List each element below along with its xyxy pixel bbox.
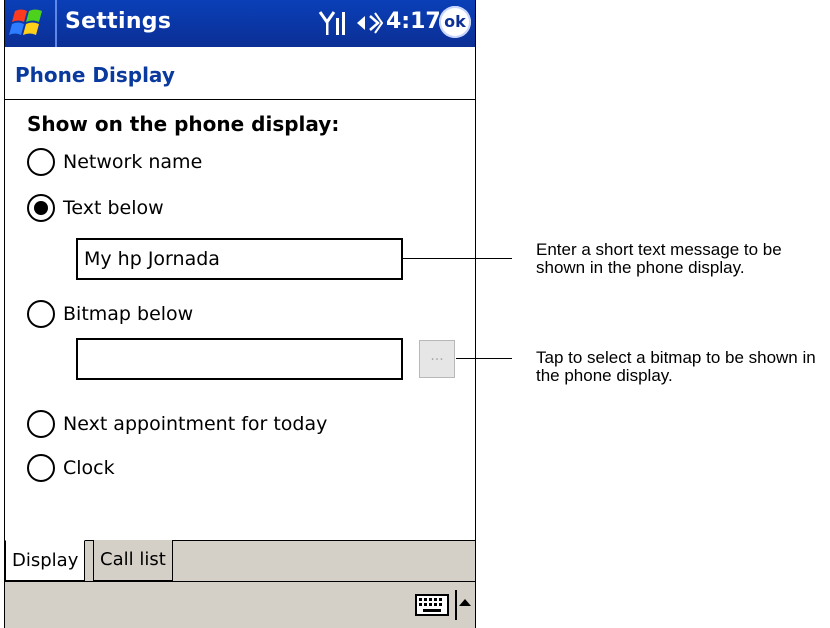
- callout-text-message: Enter a short text message to be shown i…: [536, 240, 782, 277]
- callout-bitmap: Tap to select a bitmap to be shown in th…: [536, 348, 816, 385]
- radio-bitmap-below[interactable]: Bitmap below: [27, 298, 193, 330]
- command-bar: [5, 581, 475, 628]
- radio-button[interactable]: [27, 194, 55, 222]
- title-bar: Settings 4:17 ok: [5, 0, 475, 47]
- radio-label: Network name: [63, 151, 203, 173]
- radio-label: Bitmap below: [63, 303, 194, 325]
- phone-display-text-input[interactable]: [76, 238, 403, 280]
- radio-label: Text below: [63, 197, 164, 219]
- radio-button[interactable]: [27, 454, 55, 482]
- radio-button[interactable]: [27, 410, 55, 438]
- sip-arrow-icon[interactable]: [455, 590, 471, 620]
- section-label: Show on the phone display:: [27, 112, 340, 136]
- radio-button[interactable]: [27, 148, 55, 176]
- radio-next-appointment[interactable]: Next appointment for today: [27, 408, 327, 440]
- radio-network-name[interactable]: Network name: [27, 146, 202, 178]
- title-separator: [55, 0, 57, 47]
- tab-display[interactable]: Display: [5, 540, 86, 581]
- page-title: Phone Display: [15, 63, 175, 87]
- ok-button[interactable]: ok: [439, 6, 471, 38]
- windows-start-icon[interactable]: [9, 5, 49, 41]
- keyboard-icon[interactable]: [415, 594, 449, 616]
- tab-call-list[interactable]: Call list: [93, 540, 173, 581]
- radio-clock[interactable]: Clock: [27, 452, 115, 484]
- callout-line: [402, 258, 512, 259]
- radio-button[interactable]: [27, 300, 55, 328]
- pocket-pc-screen: Settings 4:17 ok Phone Display Show on t…: [4, 0, 476, 628]
- bitmap-path-input[interactable]: [76, 338, 403, 380]
- radio-label: Clock: [63, 457, 115, 479]
- radio-label: Next appointment for today: [63, 413, 328, 435]
- callout-line: [456, 358, 512, 359]
- radio-text-below[interactable]: Text below: [27, 192, 164, 224]
- app-title: Settings: [65, 9, 172, 34]
- speaker-icon[interactable]: [355, 10, 383, 36]
- tab-strip: Display Call list: [5, 540, 475, 581]
- browse-bitmap-button[interactable]: ...: [419, 340, 455, 378]
- page-header: Phone Display: [5, 47, 475, 100]
- signal-icon[interactable]: [318, 8, 348, 38]
- clock-time[interactable]: 4:17: [386, 9, 441, 34]
